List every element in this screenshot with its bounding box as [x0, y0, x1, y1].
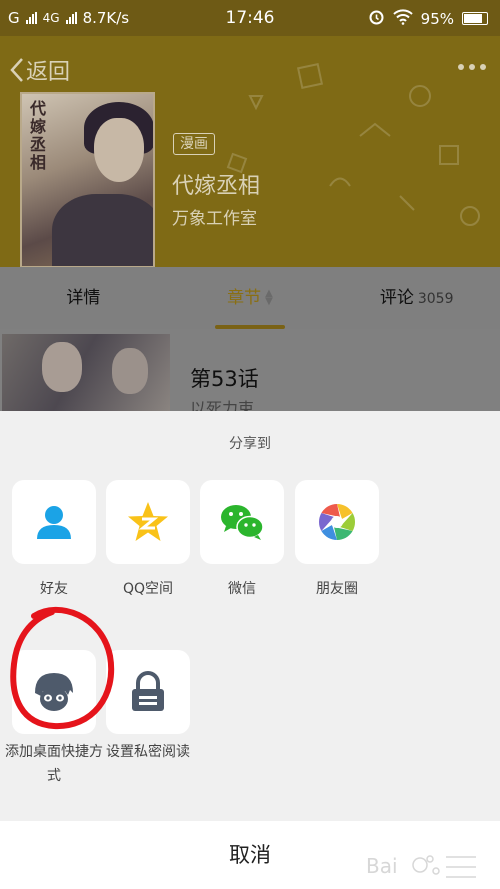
wifi-icon — [392, 8, 413, 29]
share-qzone-label: QQ空间 — [122, 581, 174, 597]
share-moments-button[interactable]: 朋友圈 — [295, 480, 379, 598]
tab-details[interactable]: 详情 — [0, 267, 167, 329]
share-wechat-label: 微信 — [228, 581, 256, 597]
comic-header: 返回 代嫁丞相 漫画 代嫁丞相 万象工作室 — [0, 36, 500, 267]
shortcut-avatar-icon — [35, 673, 73, 711]
comic-cover-image: 代嫁丞相 — [20, 92, 155, 267]
battery-percent: 95% — [420, 9, 454, 28]
cover-title: 代嫁丞相 — [30, 99, 47, 172]
tab-comments[interactable]: 评论 3059 — [333, 267, 500, 329]
chapter-list-item[interactable]: 第53话 以死力束 — [0, 329, 500, 411]
chevron-left-icon — [10, 58, 23, 82]
back-button[interactable]: 返回 — [10, 54, 70, 86]
lock-icon — [132, 671, 164, 711]
share-sheet-title: 分享到 — [229, 436, 271, 452]
share-moments-label: 朋友圈 — [316, 581, 358, 597]
chapter-subtitle: 以死力束 — [190, 399, 255, 411]
battery-icon — [462, 12, 488, 25]
more-menu-button[interactable] — [458, 64, 486, 70]
tab-chapters[interactable]: 章节 ▲ ▼ — [167, 267, 334, 329]
share-qzone-button[interactable]: QQ空间 — [106, 480, 190, 598]
chapter-title: 第53话 — [190, 367, 259, 391]
chapter-thumbnail — [2, 334, 170, 411]
sort-icon: ▲ ▼ — [265, 288, 273, 307]
tab-bar: 详情 章节 ▲ ▼ 评论 3059 — [0, 267, 500, 329]
category-tag: 漫画 — [173, 133, 215, 155]
person-icon — [37, 506, 71, 539]
qzone-star-icon — [128, 502, 168, 541]
share-friend-button[interactable]: 好友 — [12, 480, 96, 598]
share-friend-label: 好友 — [40, 581, 68, 597]
add-desktop-shortcut-label: 添加桌面快捷方式 — [5, 744, 103, 784]
alarm-icon — [368, 8, 385, 29]
add-desktop-shortcut-button[interactable]: 添加桌面快捷方式 — [5, 650, 103, 788]
share-wechat-button[interactable]: 微信 — [200, 480, 284, 598]
private-reading-label: 设置私密阅读 — [106, 744, 190, 760]
cancel-button[interactable]: 取消 — [0, 821, 500, 889]
wechat-icon — [221, 505, 264, 540]
private-reading-button[interactable]: 设置私密阅读 — [106, 650, 190, 764]
back-label: 返回 — [26, 60, 71, 85]
status-bar: G 4G 8.7K/s 17:46 95% — [0, 0, 500, 36]
share-sheet: 分享到 好友 QQ空间 微信 朋友圈 添加桌面快捷方式 设置私密阅读 — [0, 411, 500, 889]
comment-count: 3059 — [417, 291, 454, 307]
moments-aperture-icon — [318, 504, 356, 540]
comic-author: 万象工作室 — [172, 209, 257, 229]
comic-title: 代嫁丞相 — [172, 174, 261, 199]
